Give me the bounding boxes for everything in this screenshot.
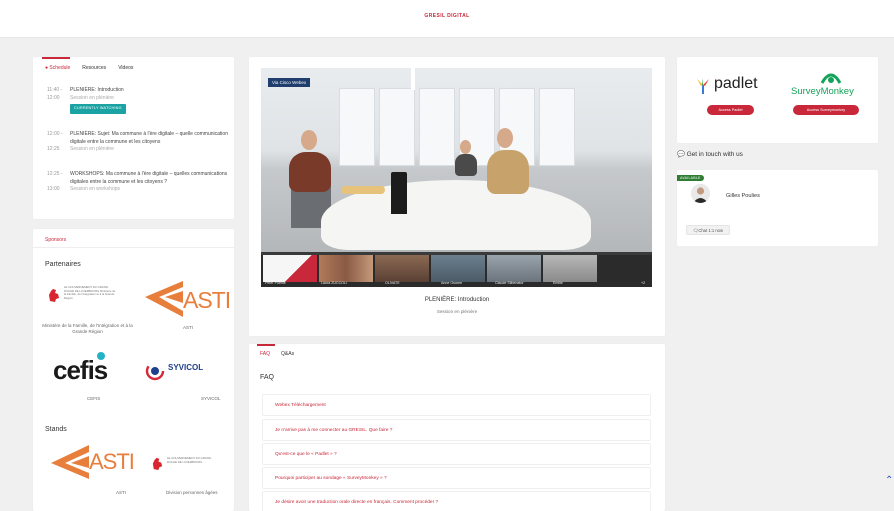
access-padlet-button[interactable]: Access Padlet: [707, 105, 754, 115]
active-tab-indicator: [42, 57, 70, 59]
cefis-logo[interactable]: cefis: [53, 351, 133, 385]
get-in-touch-heading: 💬 Get in touch with us: [677, 151, 743, 158]
sponsors-title: Sponsors: [45, 237, 67, 243]
partner-caption: CEFIS: [87, 396, 101, 401]
faq-card: FAQ Q&As FAQ Webex Téléchargement Je n'a…: [249, 344, 665, 511]
status-badge: AVAILABLE: [677, 175, 704, 181]
syvicol-icon: [145, 361, 165, 381]
faq-question[interactable]: Je n'arrive pas à me connecter au GRESIL…: [262, 419, 651, 441]
tab-faq[interactable]: FAQ: [260, 351, 270, 357]
active-tab-indicator: [257, 344, 275, 346]
lion-icon: [152, 457, 163, 470]
sponsors-card: Sponsors Partenaires LE GOUVERNEMENT DU …: [33, 229, 234, 511]
syvicol-logo[interactable]: SYVICOL: [145, 361, 225, 383]
cefis-accent-icon: [97, 352, 105, 360]
participant-thumbnail[interactable]: [431, 255, 485, 282]
asti-logo[interactable]: ASTI: [51, 443, 135, 481]
participant-thumbnail[interactable]: [319, 255, 373, 282]
padlet-icon: [697, 78, 709, 94]
faq-tabs: FAQ Q&As: [260, 351, 294, 357]
surveymonkey-logo[interactable]: SurveyMonkey: [791, 69, 873, 101]
schedule-tabs: ● Schedule Resources Videos: [45, 65, 133, 71]
video-player[interactable]: Via Cisco Webex Peter Poehle Laura ZUCCO…: [261, 68, 652, 287]
faq-question[interactable]: Qu'est-ce que le « Padlet » ?: [262, 443, 651, 465]
lion-icon: [49, 289, 59, 302]
stand-caption: ASTI: [116, 490, 127, 495]
participant-thumbnail[interactable]: [543, 255, 597, 282]
schedule-time: 12:25 -13:00: [47, 171, 63, 192]
contact-name: Gilles Poulies: [726, 193, 760, 199]
participant: [289, 152, 331, 192]
avatar[interactable]: [691, 184, 710, 203]
padlet-logo[interactable]: padlet: [695, 75, 765, 97]
tools-card: padlet Access Padlet SurveyMonkey Access…: [677, 57, 878, 143]
government-logo[interactable]: LE GOUVERNEMENT DU GRAND-DUCHÉ DE LUXEMB…: [151, 455, 221, 479]
participant-name: Emilie: [553, 281, 563, 285]
partners-title: Partenaires: [45, 261, 81, 268]
conference-phone: [391, 172, 407, 214]
chat-bubbles-icon: 💬: [677, 151, 685, 158]
schedule-subtitle: Session en plénière: [70, 94, 114, 101]
participant-name: Peter Poehle: [265, 281, 286, 285]
partner-caption: SYVICOL: [201, 396, 221, 401]
brand-title: GRESIL DIGITAL: [424, 13, 470, 19]
stand-caption: Division personnes âgées: [166, 490, 218, 495]
contact-card: AVAILABLE Gilles Poulies 🗨Chat 1:1 now: [677, 170, 878, 246]
video-card: Via Cisco Webex Peter Poehle Laura ZUCCO…: [249, 57, 665, 336]
participant-name: Laura ZUCCOLI: [321, 281, 347, 285]
currently-watching-badge: CURRENTLY WATCHING: [70, 104, 126, 114]
faq-heading: FAQ: [260, 374, 275, 381]
participant: [487, 150, 529, 194]
participant-strip: Peter Poehle Laura ZUCCOLI OLIVATE Anne …: [261, 255, 652, 287]
chat-button[interactable]: 🗨Chat 1:1 now: [686, 225, 731, 235]
session-subtitle: Session en plénière: [436, 309, 478, 314]
overflow-count[interactable]: +2: [641, 281, 645, 285]
schedule-time: 11:40 -12:00: [47, 87, 63, 101]
session-title: PLENIÈRE: Introduction: [424, 297, 490, 303]
partner-caption: ASTI: [183, 325, 194, 330]
participant-name: Anne Osorne: [441, 281, 463, 285]
asti-logo[interactable]: ASTI: [145, 279, 231, 319]
schedule-title: PLENIÈRE: Introduction: [70, 87, 124, 93]
schedule-title: PLENIÈRE: Sujet: Ma commune à l'ère digi…: [70, 131, 228, 145]
tab-schedule[interactable]: ● Schedule: [45, 65, 70, 71]
access-surveymonkey-button[interactable]: Access Surveymonkey: [793, 105, 859, 115]
schedule-card: ● Schedule Resources Videos 11:40 -12:00…: [33, 57, 234, 219]
participant-name: OLIVATE: [385, 281, 400, 285]
government-logo[interactable]: LE GOUVERNEMENT DU GRAND-DUCHÉ DE LUXEMB…: [47, 285, 117, 313]
participant: [455, 154, 477, 176]
tab-resources[interactable]: Resources: [82, 65, 106, 71]
stands-title: Stands: [45, 426, 67, 433]
faq-question[interactable]: Webex Téléchargement: [262, 394, 651, 416]
tab-qas[interactable]: Q&As: [281, 351, 294, 357]
participant-thumbnail[interactable]: [263, 255, 317, 282]
divider: [33, 247, 234, 248]
via-webex-badge: Via Cisco Webex: [268, 78, 311, 87]
surveymonkey-icon: [820, 73, 842, 84]
tab-videos[interactable]: Videos: [118, 65, 133, 71]
schedule-subtitle: Session en plénière: [70, 146, 114, 152]
schedule-time: 12:00 -12:25: [47, 131, 63, 152]
schedule-subtitle: Session en workshops: [70, 186, 121, 192]
faq-question[interactable]: Je désire avoir une traduction orale dir…: [262, 491, 651, 511]
participant-name: Claude Silbenator: [495, 281, 524, 285]
schedule-title: WORKSHOPS: Ma commune à l'ère digitale –…: [70, 171, 228, 185]
partner-caption: Ministère de la Famille, de l'Intégratio…: [42, 323, 133, 334]
scroll-top-icon[interactable]: ⌃: [885, 475, 893, 486]
top-bar: GRESIL DIGITAL: [0, 0, 894, 38]
faq-question[interactable]: Pourquoi participer au sondage « SurveyM…: [262, 467, 651, 489]
participant-thumbnail[interactable]: [375, 255, 429, 282]
participant-thumbnail[interactable]: [487, 255, 541, 282]
meeting-room-scene: [261, 68, 652, 252]
